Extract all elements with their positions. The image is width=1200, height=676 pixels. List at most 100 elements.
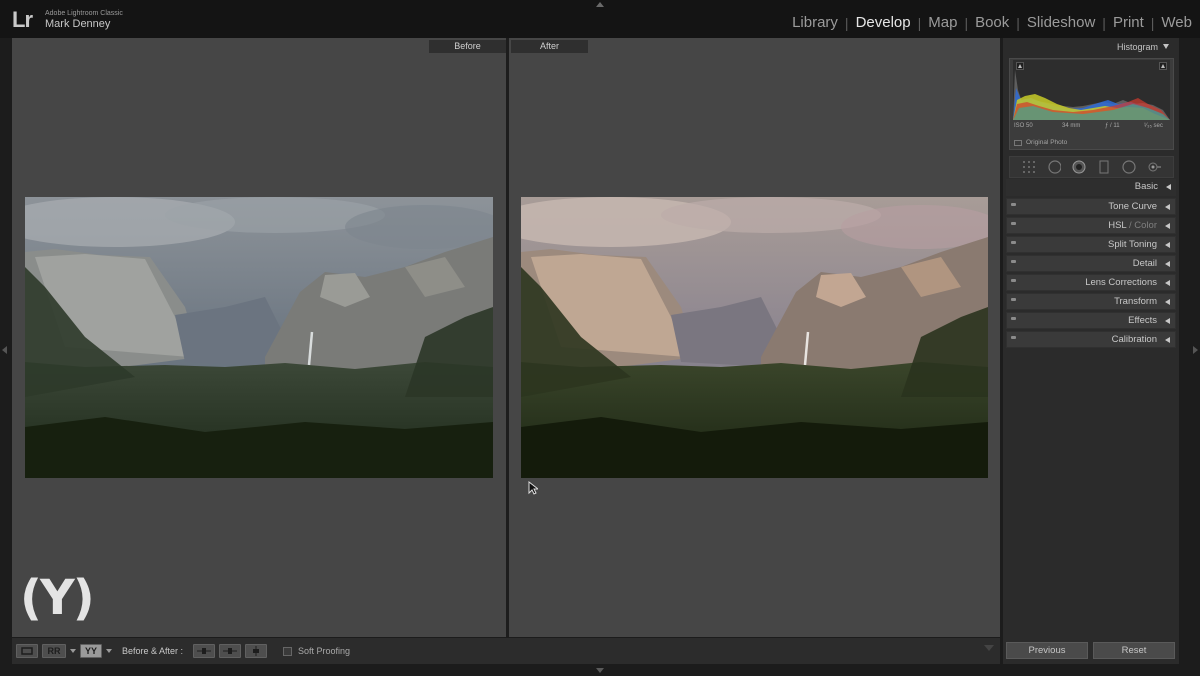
expand-left-panel-icon[interactable] xyxy=(2,346,7,354)
before-pane[interactable]: Before (Y) xyxy=(12,38,506,637)
panel-detail-switch[interactable] xyxy=(1011,260,1016,263)
module-print[interactable]: Print xyxy=(1113,14,1144,31)
mouse-cursor-icon xyxy=(528,481,538,495)
before-label: Before xyxy=(429,40,506,53)
copy-after-to-before-button[interactable] xyxy=(219,644,242,658)
panel-lens-corrections-label: Lens Corrections xyxy=(1085,277,1157,288)
focal-length-value: 34 mm xyxy=(1062,123,1081,129)
swap-before-after-button[interactable] xyxy=(245,644,268,658)
panel-hsl-label-main[interactable]: HSL xyxy=(1108,220,1126,231)
adjustment-brush-icon xyxy=(1148,162,1162,172)
histogram-title: Histogram xyxy=(1116,42,1158,52)
panel-tone-curve-label: Tone Curve xyxy=(1108,201,1157,212)
graduated-filter-tool[interactable] xyxy=(1097,160,1111,174)
panel-hsl-label: HSL / Color xyxy=(1108,220,1157,231)
copy-before-to-after-icon xyxy=(197,648,212,654)
loupe-icon xyxy=(21,647,33,655)
panel-effects-switch[interactable] xyxy=(1011,317,1016,320)
module-separator: | xyxy=(1102,14,1106,31)
module-map[interactable]: Map xyxy=(928,14,957,31)
panel-effects[interactable]: Effects xyxy=(1006,312,1176,329)
before-after-view: Before (Y) After xyxy=(12,38,1000,637)
module-develop[interactable]: Develop xyxy=(856,14,911,31)
previous-button[interactable]: Previous xyxy=(1006,642,1088,659)
collapse-filmstrip-icon[interactable] xyxy=(596,668,604,673)
before-after-label: Before & After : xyxy=(122,646,184,656)
panel-split-toning-label: Split Toning xyxy=(1108,239,1157,250)
panel-transform-switch[interactable] xyxy=(1011,298,1016,301)
highlight-clipping-indicator[interactable] xyxy=(1159,62,1167,70)
after-pane[interactable]: After xyxy=(509,38,1000,637)
spot-removal-tool[interactable] xyxy=(1047,160,1061,174)
panel-split-toning-switch[interactable] xyxy=(1011,241,1016,244)
panel-hsl-color[interactable]: HSL / Color xyxy=(1006,217,1176,234)
before-photo[interactable] xyxy=(25,197,493,478)
module-library[interactable]: Library xyxy=(792,14,838,31)
reset-button[interactable]: Reset xyxy=(1093,642,1175,659)
spot-removal-icon xyxy=(1048,160,1061,174)
original-photo-label: Original Photo xyxy=(1026,139,1068,146)
original-photo-toggle[interactable]: Original Photo xyxy=(1014,139,1067,146)
module-separator: | xyxy=(917,14,922,31)
module-book[interactable]: Book xyxy=(975,14,1009,31)
iso-value: ISO 50 xyxy=(1014,123,1033,129)
tool-strip xyxy=(1009,156,1174,178)
histogram-collapse-icon xyxy=(1163,44,1169,49)
panel-basic[interactable]: Basic xyxy=(1006,179,1176,196)
compare-view-dropdown-icon[interactable] xyxy=(70,649,76,653)
panel-transform[interactable]: Transform xyxy=(1006,293,1176,310)
aperture-value: ƒ / 11 xyxy=(1105,123,1120,129)
panel-tone-curve-switch[interactable] xyxy=(1011,203,1016,206)
histogram-curve xyxy=(1013,70,1170,120)
radial-filter-icon xyxy=(1122,160,1136,174)
panel-detail[interactable]: Detail xyxy=(1006,255,1176,272)
module-picker: Library | Develop | Map | Book | Slidesh… xyxy=(792,14,1192,31)
panel-transform-expand-icon xyxy=(1165,299,1170,305)
panel-split-toning[interactable]: Split Toning xyxy=(1006,236,1176,253)
before-after-view-button[interactable]: YY xyxy=(80,644,102,658)
panel-effects-expand-icon xyxy=(1165,318,1170,324)
red-eye-tool[interactable] xyxy=(1072,160,1086,174)
soft-proofing-checkbox[interactable] xyxy=(283,646,293,656)
after-photo[interactable] xyxy=(521,197,988,478)
identity-plate: Lr Adobe Lightroom Classic Mark Denney L… xyxy=(0,0,1200,38)
copy-before-to-after-button[interactable] xyxy=(193,644,216,658)
module-separator: | xyxy=(1016,14,1020,31)
panel-hsl-switch[interactable] xyxy=(1011,222,1016,225)
loupe-view-button[interactable] xyxy=(16,644,38,658)
before-photo-image xyxy=(25,197,493,478)
histogram[interactable]: ISO 50 34 mm ƒ / 11 ¹⁄₃₅ sec Original Ph… xyxy=(1009,58,1174,150)
lightroom-logo: Lr xyxy=(12,7,33,32)
after-label: After xyxy=(511,40,588,53)
module-web[interactable]: Web xyxy=(1161,14,1192,31)
original-photo-icon xyxy=(1014,139,1022,146)
panel-detail-label: Detail xyxy=(1132,258,1157,269)
module-slideshow[interactable]: Slideshow xyxy=(1027,14,1095,31)
panel-calibration-expand-icon xyxy=(1165,337,1170,343)
panel-transform-label: Transform xyxy=(1114,296,1157,307)
module-separator: | xyxy=(1150,14,1155,31)
panel-calibration[interactable]: Calibration xyxy=(1006,331,1176,348)
toolbar-options-icon[interactable] xyxy=(984,645,994,651)
panel-tone-curve[interactable]: Tone Curve xyxy=(1006,198,1176,215)
radial-filter-tool[interactable] xyxy=(1122,160,1136,174)
panel-lens-corrections[interactable]: Lens Corrections xyxy=(1006,274,1176,291)
panel-hsl-expand-icon xyxy=(1165,223,1170,229)
shadow-clipping-indicator[interactable] xyxy=(1016,62,1024,70)
expand-right-panel-icon[interactable] xyxy=(1193,346,1198,354)
right-panel: Histogram ISO 50 34 mm ƒ / 11 ¹⁄₃₅ sec O… xyxy=(1003,38,1179,664)
module-separator: | xyxy=(844,14,849,31)
panel-tone-curve-expand-icon xyxy=(1165,204,1170,210)
compare-view-button[interactable]: RR xyxy=(42,644,66,658)
panel-calibration-switch[interactable] xyxy=(1011,336,1016,339)
panel-color-label[interactable]: / Color xyxy=(1126,220,1157,231)
collapse-top-panel-icon[interactable] xyxy=(596,2,604,7)
swap-icon xyxy=(253,646,260,656)
panel-lens-corrections-expand-icon xyxy=(1165,280,1170,286)
histogram-header[interactable]: Histogram xyxy=(1117,42,1169,52)
crop-tool[interactable] xyxy=(1022,160,1036,174)
adjustment-brush-tool[interactable] xyxy=(1147,160,1162,174)
histogram-graph[interactable] xyxy=(1013,60,1170,120)
panel-lens-corrections-switch[interactable] xyxy=(1011,279,1016,282)
before-after-dropdown-icon[interactable] xyxy=(106,649,112,653)
